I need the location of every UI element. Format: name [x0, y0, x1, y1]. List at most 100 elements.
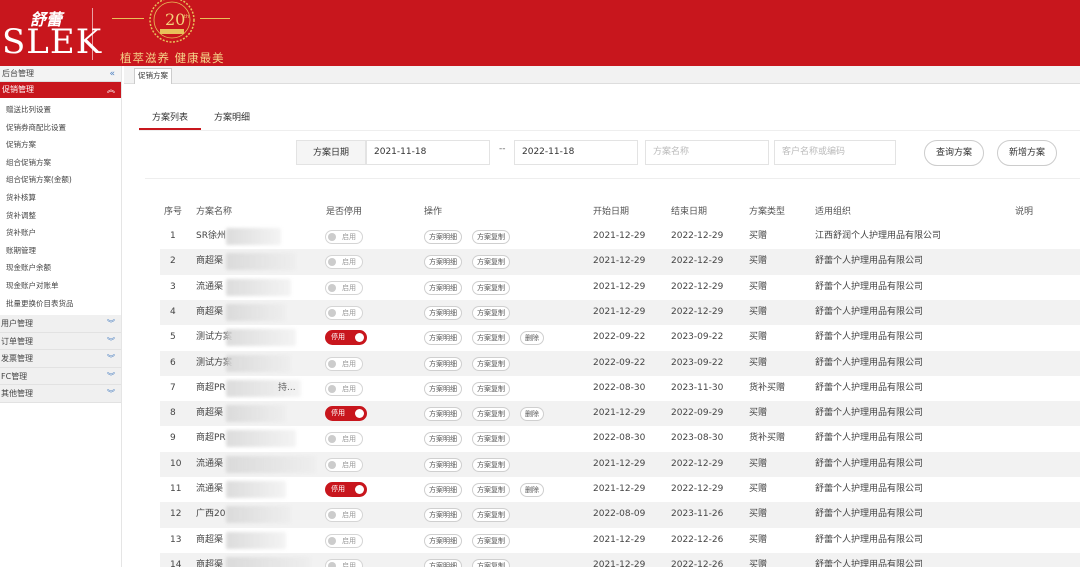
- status-toggle[interactable]: 停用: [325, 330, 367, 346]
- status-toggle[interactable]: 启用: [325, 432, 363, 447]
- plan-copy-button[interactable]: 方案复制: [472, 558, 510, 567]
- plan-detail-button[interactable]: 方案明细: [424, 407, 462, 422]
- plan-detail-button[interactable]: 方案明细: [424, 280, 462, 295]
- status-toggle[interactable]: 启用: [325, 558, 363, 567]
- sidebar-item[interactable]: 促销券商配比设置: [0, 119, 121, 137]
- tab-plan-list[interactable]: 方案列表: [152, 110, 188, 123]
- plan-copy-button[interactable]: 方案复制: [472, 305, 510, 320]
- sidebar-group-invoices[interactable]: 发票管理 ︾: [0, 350, 121, 368]
- plan-detail-button[interactable]: 方案明细: [424, 331, 462, 346]
- status-toggle[interactable]: 启用: [325, 280, 363, 295]
- status-toggle[interactable]: 启用: [325, 533, 363, 548]
- table-row[interactable]: 9 商超PR 启用 方案明细 方案复制 2022-08-30 2023-08-30 货补买赠 舒…: [160, 426, 1080, 451]
- sidebar-item[interactable]: 货补账户: [0, 224, 121, 242]
- toggle-label: 停用: [331, 485, 345, 493]
- status-toggle[interactable]: 启用: [325, 356, 363, 371]
- sidebar-item[interactable]: 现金账户对账单: [0, 277, 121, 295]
- table-row[interactable]: 13 商超渠 启用 方案明细 方案复制 2021-12-29 2022-12-26 买赠 舒蕾个…: [160, 528, 1080, 553]
- table-row[interactable]: 5 测试方案 停用 方案明细 方案复制 删除 2022-09-22 2023-09-22 买赠舒…: [160, 325, 1080, 350]
- end-date-input[interactable]: 2022-11-18: [514, 140, 638, 165]
- status-toggle[interactable]: 启用: [325, 255, 363, 270]
- sidebar-group-promotion[interactable]: 促销管理 ︽: [0, 82, 121, 98]
- status-toggle[interactable]: 启用: [325, 508, 363, 523]
- table-row[interactable]: 11 流通渠 停用 方案明细 方案复制 删除 2021-12-29 2022-12-29 买赠 舒…: [160, 477, 1080, 502]
- sidebar-item[interactable]: 货补核算: [0, 189, 121, 207]
- status-toggle[interactable]: 启用: [325, 381, 363, 396]
- plan-detail-button[interactable]: 方案明细: [424, 558, 462, 567]
- start-date-input[interactable]: 2021-11-18: [366, 140, 490, 165]
- status-toggle[interactable]: 停用: [325, 482, 367, 497]
- table-row[interactable]: 7 商超PR 持... 启用 方案明细 方案复制 2022-08-30 2023-11-30 货…: [160, 376, 1080, 401]
- double-chevron-left-icon[interactable]: «: [109, 66, 115, 82]
- plan-detail-button[interactable]: 方案明细: [424, 255, 462, 270]
- query-plan-button[interactable]: 查询方案: [924, 140, 984, 166]
- sidebar-item[interactable]: 促销方案: [0, 136, 121, 154]
- table-row[interactable]: 4 商超渠 启用 方案明细 方案复制 2021-12-29 2022-12-29 买赠 舒蕾个人…: [160, 299, 1080, 326]
- status-toggle[interactable]: 停用: [325, 406, 367, 422]
- table-row[interactable]: 6 测试方案 启用 方案明细 方案复制 2022-09-22 2023-09-22 买赠 舒蕾个…: [160, 350, 1080, 376]
- status-toggle[interactable]: 启用: [325, 457, 363, 472]
- table-row[interactable]: 14 商超渠 启用 方案明细 方案复制 2021-12-29 2022-12-26 买赠 舒蕾个…: [160, 552, 1080, 567]
- plan-detail-button[interactable]: 方案明细: [424, 356, 462, 371]
- cell-name-suffix: 持...: [278, 382, 296, 393]
- plan-copy-button[interactable]: 方案复制: [472, 457, 510, 472]
- plan-name-input[interactable]: 方案名称: [645, 140, 769, 165]
- plan-detail-button[interactable]: 方案明细: [424, 432, 462, 447]
- customer-search-input[interactable]: 客户名称或编码: [774, 140, 896, 165]
- table-row[interactable]: 8 商超渠 停用 方案明细 方案复制 删除 2021-12-29 2022-09-29 买赠 舒蕾…: [160, 401, 1080, 427]
- sidebar-item[interactable]: 赠送比列设置: [0, 101, 121, 119]
- table-row[interactable]: 3 流通渠 启用 方案明细 方案复制 2021-12-29 2022-12-29 买赠 舒蕾个人…: [160, 275, 1080, 300]
- sidebar-item[interactable]: 账期管理: [0, 242, 121, 260]
- sidebar-item[interactable]: 批量更换价目表货品: [0, 295, 121, 313]
- delete-button[interactable]: 删除: [520, 407, 544, 422]
- status-toggle[interactable]: 启用: [325, 305, 363, 320]
- plan-detail-button[interactable]: 方案明细: [424, 483, 462, 497]
- sidebar-item[interactable]: 货补调整: [0, 207, 121, 225]
- sidebar-group-label: 发票管理: [1, 354, 33, 364]
- plan-copy-button[interactable]: 方案复制: [472, 533, 510, 548]
- cell-plan-type: 买赠: [749, 306, 768, 317]
- plan-copy-button[interactable]: 方案复制: [472, 432, 510, 447]
- plan-copy-button[interactable]: 方案复制: [472, 255, 510, 270]
- cell-no: 4: [170, 306, 176, 317]
- plan-copy-button[interactable]: 方案复制: [472, 381, 510, 396]
- cell-plan-type: 货补买赠: [749, 382, 786, 393]
- cell-org: 舒蕾个人护理用品有限公司: [815, 357, 924, 368]
- cell-name: 商超渠: [196, 408, 224, 419]
- plan-copy-button[interactable]: 方案复制: [472, 508, 510, 523]
- plan-copy-button[interactable]: 方案复制: [472, 356, 510, 371]
- plan-copy-button[interactable]: 方案复制: [472, 230, 510, 244]
- plan-copy-button[interactable]: 方案复制: [472, 407, 510, 422]
- table-row[interactable]: 1 SR徐州 启用 方案明细 方案复制 2021-12-29 2022-12-29 买赠 江西舒…: [160, 224, 1080, 249]
- plan-copy-button[interactable]: 方案复制: [472, 483, 510, 497]
- plan-detail-button[interactable]: 方案明细: [424, 305, 462, 320]
- plan-detail-button[interactable]: 方案明细: [424, 381, 462, 396]
- delete-button[interactable]: 删除: [520, 483, 544, 497]
- table-row[interactable]: 2 商超渠 启用 方案明细 方案复制 2021-12-29 2022-12-29 买赠 舒蕾个人…: [160, 249, 1080, 275]
- sidebar-item[interactable]: 现金账户余额: [0, 259, 121, 277]
- plan-copy-button[interactable]: 方案复制: [472, 280, 510, 295]
- cell-name: 流通渠: [196, 484, 224, 494]
- sidebar-item[interactable]: 组合促销方案: [0, 154, 121, 172]
- sidebar-group-users[interactable]: 用户管理 ︾: [0, 315, 121, 333]
- cell-plan-type: 货补买赠: [749, 433, 786, 444]
- brand-logo[interactable]: 舒蕾 SLEK: [0, 0, 101, 66]
- sidebar-group-fc[interactable]: FC管理 ︾: [0, 367, 121, 386]
- cell-plan-type: 买赠: [749, 559, 768, 567]
- plan-detail-button[interactable]: 方案明细: [424, 533, 462, 548]
- cell-start-date: 2021-12-29: [593, 484, 646, 494]
- tab-plan-detail[interactable]: 方案明细: [214, 110, 250, 123]
- sidebar-group-orders[interactable]: 订单管理 ︾: [0, 332, 121, 351]
- plan-copy-button[interactable]: 方案复制: [472, 331, 510, 346]
- sidebar-group-other[interactable]: 其他管理 ︾: [0, 385, 121, 403]
- add-plan-button[interactable]: 新增方案: [997, 140, 1057, 166]
- table-row[interactable]: 10 流通渠 启用 方案明细 方案复制 2021-12-29 2022-12-29 买赠 舒蕾个…: [160, 451, 1080, 477]
- status-toggle[interactable]: 启用: [325, 230, 363, 244]
- plan-detail-button[interactable]: 方案明细: [424, 457, 462, 472]
- tab-promotion-plan[interactable]: 促销方案: [134, 68, 172, 84]
- plan-detail-button[interactable]: 方案明细: [424, 508, 462, 523]
- sidebar-item[interactable]: 组合促销方案(金额): [0, 171, 121, 189]
- delete-button[interactable]: 删除: [520, 331, 544, 346]
- plan-detail-button[interactable]: 方案明细: [424, 230, 462, 244]
- table-row[interactable]: 12 广西20 启用 方案明细 方案复制 2022-08-09 2023-11-26 买赠 舒蕾…: [160, 502, 1080, 528]
